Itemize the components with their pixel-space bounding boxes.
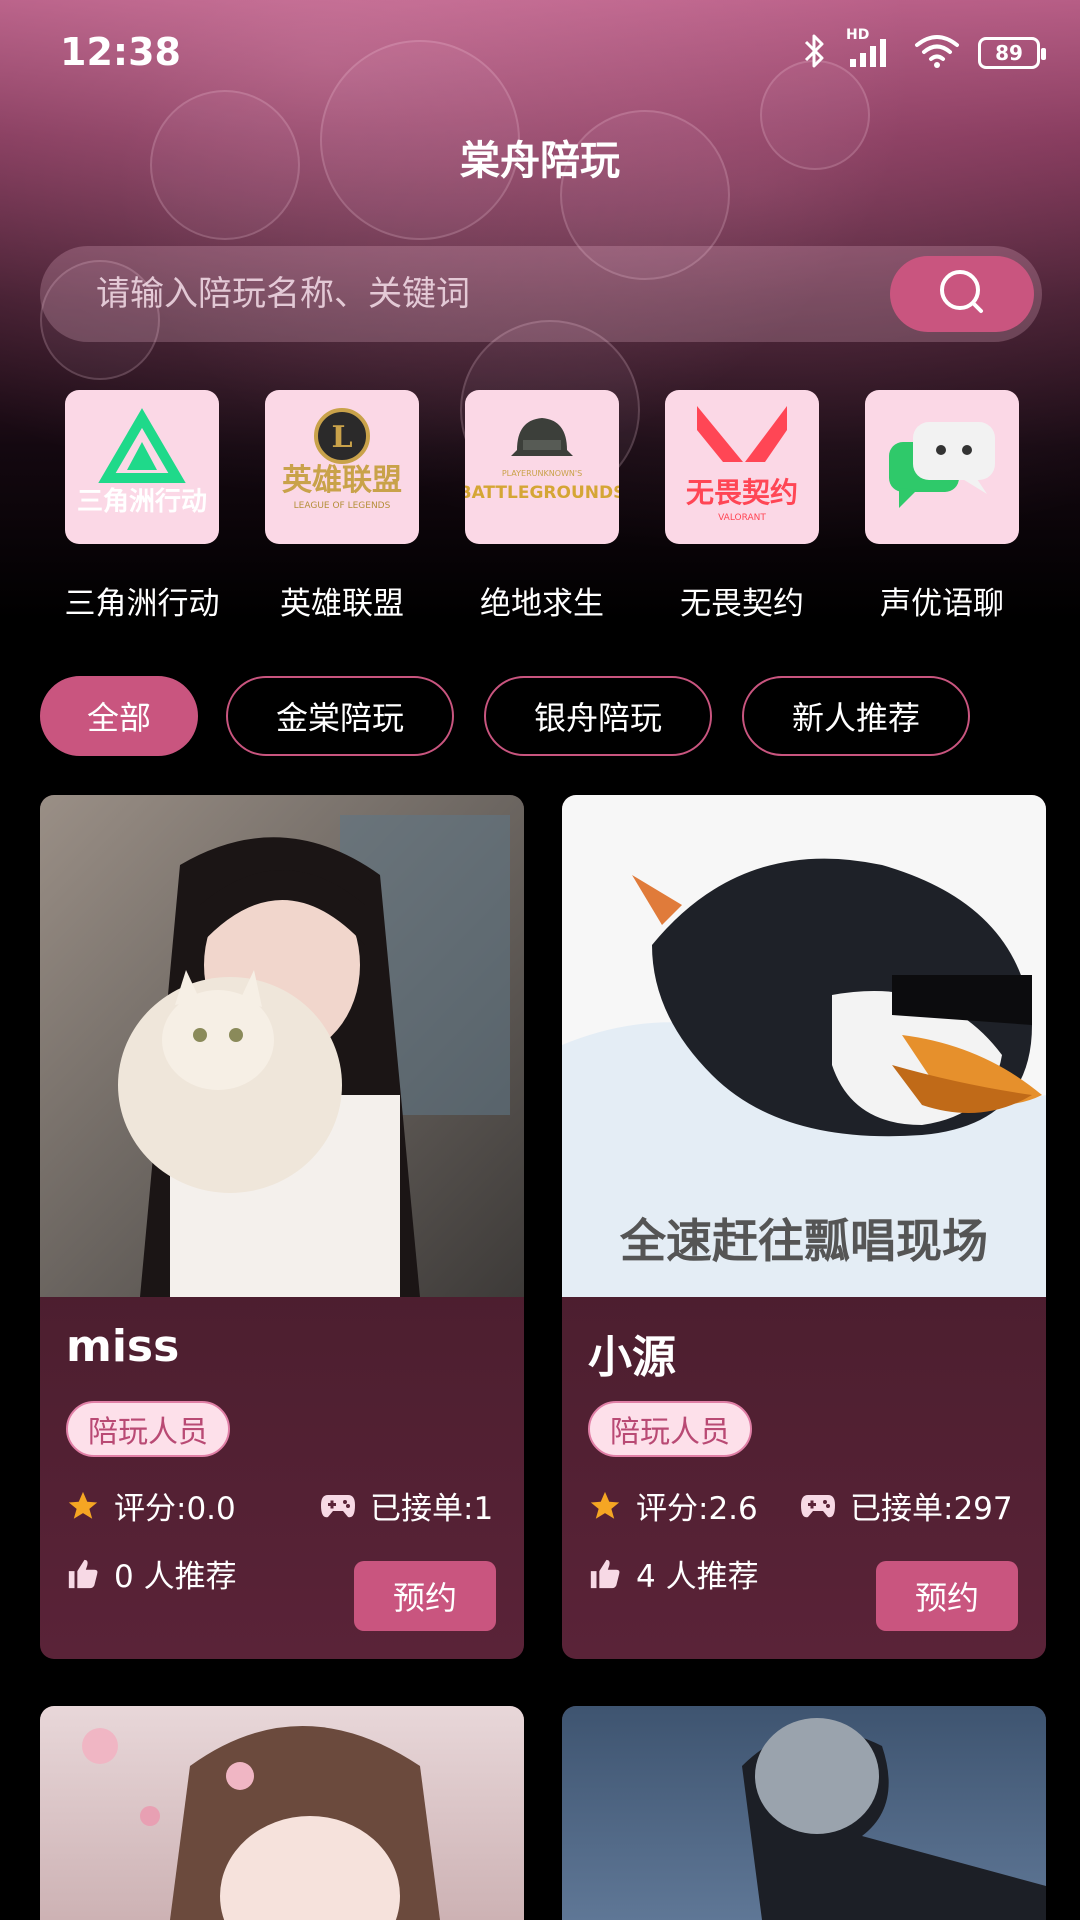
svg-text:LEAGUE OF LEGENDS: LEAGUE OF LEGENDS: [294, 501, 391, 511]
role-badge: 陪玩人员: [66, 1401, 230, 1457]
filter-chip-silver[interactable]: 银舟陪玩: [484, 676, 712, 756]
companion-card-partial[interactable]: [40, 1706, 524, 1920]
search-button[interactable]: [890, 256, 1034, 332]
rating-value: 评分:0.0: [114, 1491, 236, 1527]
bluetooth-icon: [802, 32, 828, 74]
recommend-count: 4 人推荐: [636, 1559, 759, 1595]
companion-info: 小源 陪玩人员 评分:2.6 已接单:297 4 人推荐 预约: [562, 1297, 1046, 1659]
book-button[interactable]: 预约: [354, 1561, 496, 1631]
battery-icon: 89: [978, 37, 1046, 69]
photo-caption: 全速赶往瓢唱现场: [619, 1214, 988, 1268]
svg-text:VALORANT: VALORANT: [718, 513, 766, 523]
rating-value: 评分:2.6: [636, 1491, 758, 1527]
svg-text:PLAYERUNKNOWN'S: PLAYERUNKNOWN'S: [502, 469, 582, 478]
orders-stat: 已接单:1: [320, 1483, 493, 1528]
game-item-voice-chat[interactable]: 声优语聊: [842, 390, 1042, 623]
battery-level: 89: [995, 41, 1023, 65]
game-label: 无畏契约: [680, 586, 804, 622]
recommend-stat: 0 人推荐: [66, 1551, 237, 1596]
game-item-delta-force[interactable]: 三角洲行动 三角洲行动: [42, 390, 242, 623]
filter-chip-newcomer[interactable]: 新人推荐: [742, 676, 970, 756]
companion-photo: 全速赶往瓢唱现场: [562, 795, 1046, 1297]
thumbs-up-icon: [590, 1559, 620, 1588]
game-label: 绝地求生: [480, 586, 604, 622]
companion-card-partial[interactable]: [562, 1706, 1046, 1920]
delta-force-logo-icon: 三角洲行动: [65, 390, 219, 544]
companion-name: 小源: [588, 1332, 676, 1383]
star-icon: [590, 1491, 620, 1519]
chat-bubbles-icon: [865, 390, 1019, 544]
search-bar: [40, 246, 1042, 342]
companion-photo: [40, 1706, 524, 1920]
filter-chip-all[interactable]: 全部: [40, 676, 198, 756]
wifi-icon: [914, 33, 960, 73]
game-item-valorant[interactable]: 无畏契约 VALORANT 无畏契约: [642, 390, 842, 623]
svg-text:L: L: [331, 420, 352, 455]
rating-stat: 评分:0.0: [66, 1483, 236, 1528]
pubg-logo-icon: PLAYERUNKNOWN'S BATTLEGROUNDS: [465, 390, 619, 544]
league-of-legends-logo-icon: L 英雄联盟 LEAGUE OF LEGENDS: [265, 390, 419, 544]
companion-card[interactable]: 全速赶往瓢唱现场 小源 陪玩人员 评分:2.6 已接单:297 4 人推荐 预约: [562, 795, 1046, 1659]
recommend-stat: 4 人推荐: [588, 1551, 759, 1596]
recommend-count: 0 人推荐: [114, 1559, 237, 1595]
page-title: 棠舟陪玩: [460, 138, 620, 184]
orders-value: 已接单:297: [850, 1491, 1013, 1527]
valorant-logo-icon: 无畏契约 VALORANT: [665, 390, 819, 544]
status-bar: 12:38 HD 89: [0, 0, 1080, 108]
game-label: 声优语聊: [880, 586, 1004, 622]
orders-stat: 已接单:297: [800, 1483, 1013, 1528]
svg-text:英雄联盟: 英雄联盟: [282, 463, 402, 498]
svg-text:无畏契约: 无畏契约: [686, 476, 798, 509]
gamepad-icon: [321, 1494, 355, 1517]
game-label: 三角洲行动: [64, 586, 220, 622]
companion-card[interactable]: miss 陪玩人员 评分:0.0 已接单:1 0 人推荐 预约: [40, 795, 524, 1659]
svg-text:三角洲行动: 三角洲行动: [77, 486, 207, 517]
game-item-league-of-legends[interactable]: L 英雄联盟 LEAGUE OF LEGENDS 英雄联盟: [242, 390, 442, 623]
signal-icon: HD: [846, 27, 896, 73]
book-button[interactable]: 预约: [876, 1561, 1018, 1631]
gamepad-icon: [801, 1494, 835, 1517]
filter-chip-gold[interactable]: 金棠陪玩: [226, 676, 454, 756]
status-time: 12:38: [60, 30, 181, 74]
role-badge: 陪玩人员: [588, 1401, 752, 1457]
status-icons: HD 89: [802, 27, 1046, 74]
network-type-label: HD: [846, 27, 870, 43]
companion-info: miss 陪玩人员 评分:0.0 已接单:1 0 人推荐 预约: [40, 1297, 524, 1659]
companion-name: miss: [66, 1321, 180, 1372]
game-category-list: 三角洲行动 三角洲行动 L 英雄联盟 LEAGUE OF LEGENDS 英雄联…: [0, 390, 1080, 630]
game-label: 英雄联盟: [280, 586, 404, 622]
orders-value: 已接单:1: [370, 1491, 494, 1527]
companion-photo: [562, 1706, 1046, 1920]
rating-stat: 评分:2.6: [588, 1483, 758, 1528]
svg-text:BATTLEGROUNDS: BATTLEGROUNDS: [465, 483, 619, 503]
companion-photo: [40, 795, 524, 1297]
search-input[interactable]: [96, 246, 876, 342]
thumbs-up-icon: [68, 1559, 98, 1588]
game-item-pubg[interactable]: PLAYERUNKNOWN'S BATTLEGROUNDS 绝地求生: [442, 390, 642, 623]
search-icon: [937, 267, 987, 321]
star-icon: [68, 1491, 98, 1519]
